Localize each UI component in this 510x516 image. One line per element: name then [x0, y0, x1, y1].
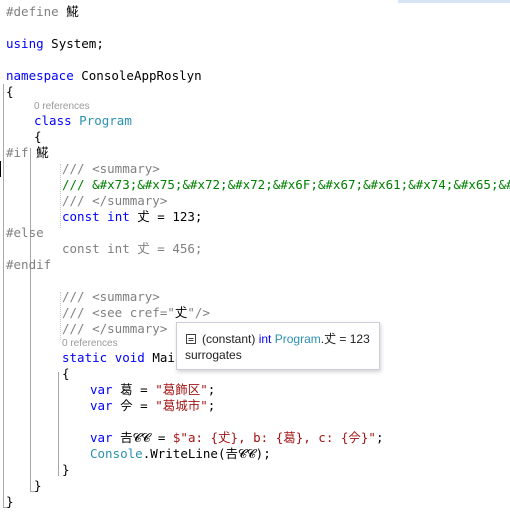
indent-guide [60, 292, 61, 340]
code-editor[interactable]: #define 𩸽 using System; namespace Consol… [0, 0, 510, 516]
code-line-9: /// &#x73;&#x75;&#x72;&#x72;&#x6F;&#x67;… [62, 177, 510, 192]
code-line-26: } [6, 494, 14, 509]
quickinfo-type: Program [271, 332, 321, 346]
operator: = [132, 382, 156, 397]
string-literal: $"a: {𠀋}, b: {葛}, c: {𫝆}" [172, 430, 376, 445]
doc-text: /// <see cref=" [62, 305, 175, 320]
code-text: ConsoleAppRoslyn [73, 68, 202, 83]
code-line-13: const int 𠀋 = 456; [62, 241, 203, 256]
outline-guide [3, 84, 4, 508]
code-line-19: { [62, 366, 70, 381]
keyword: var [90, 430, 113, 445]
code-line-18: static void Main [62, 350, 182, 366]
variable-name: 𠮷𝓒𝓒 [112, 430, 151, 445]
string-literal: "葛飾区" [155, 382, 208, 397]
quickinfo-prefix: (constant) [202, 332, 259, 346]
outline-guide [58, 372, 59, 476]
scroll-marker [398, 0, 510, 3]
text-caret [0, 161, 1, 177]
keyword: using [6, 36, 44, 51]
code-line-6: { [34, 129, 42, 144]
preprocessor-directive: #if [6, 145, 29, 160]
code-line-25: } [34, 478, 42, 493]
code-line-17: /// </summary> [62, 321, 168, 336]
quickinfo-signature: (constant) int Program.𠀋 = 123 [185, 332, 370, 346]
keyword: var [90, 382, 113, 397]
code-line-1: #define 𩸽 [6, 4, 79, 20]
quickinfo-description: surrogates [185, 348, 242, 362]
keyword: namespace [6, 68, 74, 83]
code-line-12: #else [6, 225, 44, 240]
semicolon: ; [375, 430, 384, 445]
indent-guide [60, 164, 61, 228]
class-name: Program [79, 113, 132, 128]
code-line-11: const int 𠀋 = 123; [62, 209, 202, 225]
code-line-2: using System; [6, 36, 104, 52]
code-line-4: { [6, 84, 14, 99]
operator: = [150, 430, 173, 445]
code-line-15: /// <summary> [62, 289, 160, 304]
semicolon: ; [207, 398, 216, 413]
code-line-8: /// <summary> [62, 161, 160, 176]
keyword: void [114, 350, 145, 365]
codelens-references[interactable]: 0 references [34, 101, 90, 113]
code-line-24: } [62, 462, 70, 477]
class-name: Console [90, 446, 143, 461]
code-line-22: var 𠮷𝓒𝓒 = $"a: {𠀋}, b: {葛}, c: {𫝆}"; [90, 430, 384, 446]
keyword: static [62, 350, 108, 365]
code-line-16: /// <see cref="𠀋"/> [62, 305, 210, 321]
variable-name: 𫝆 [112, 398, 133, 413]
operator: = [132, 398, 156, 413]
keyword: int [107, 209, 130, 224]
code-line-20: var 葛 = "葛飾区"; [90, 382, 215, 398]
outline-guide [30, 148, 31, 492]
code-line-23: Console.WriteLine(𠮷𝓒𝓒); [90, 446, 271, 462]
cref-symbol: 𠀋 [174, 305, 188, 320]
quickinfo-value: .𠀋 = 123 [320, 332, 370, 346]
semicolon: ; [207, 382, 216, 397]
string-literal: "葛󠄀城市" [155, 398, 208, 413]
code-text: 𠀋 = 123; [129, 209, 203, 224]
symbol-name: 𩸽 [58, 4, 79, 19]
code-text: System; [43, 36, 104, 51]
code-line-21: var 𫝆 = "葛󠄀城市"; [90, 398, 215, 414]
codelens-references[interactable]: 0 references [62, 338, 118, 350]
quickinfo-keyword: int [258, 332, 272, 346]
code-line-14: #endif [6, 257, 52, 272]
keyword: var [90, 398, 113, 413]
keyword: const [62, 209, 100, 224]
code-line-10: /// </summary> [62, 193, 168, 208]
variable-name: 葛 [112, 382, 133, 397]
constant-icon [186, 334, 196, 344]
code-text: .WriteLine(𠮷𝓒𝓒); [142, 446, 271, 461]
quickinfo-tooltip: (constant) int Program.𠀋 = 123 surrogate… [176, 322, 380, 370]
code-line-5: class Program [34, 113, 132, 129]
code-line-7: #if 𩸽 [6, 145, 49, 161]
symbol-name: 𩸽 [28, 145, 49, 160]
doc-text: "/> [187, 305, 210, 320]
code-line-3: namespace ConsoleAppRoslyn [6, 68, 202, 84]
keyword: class [34, 113, 72, 128]
preprocessor-directive: #define [6, 4, 59, 19]
